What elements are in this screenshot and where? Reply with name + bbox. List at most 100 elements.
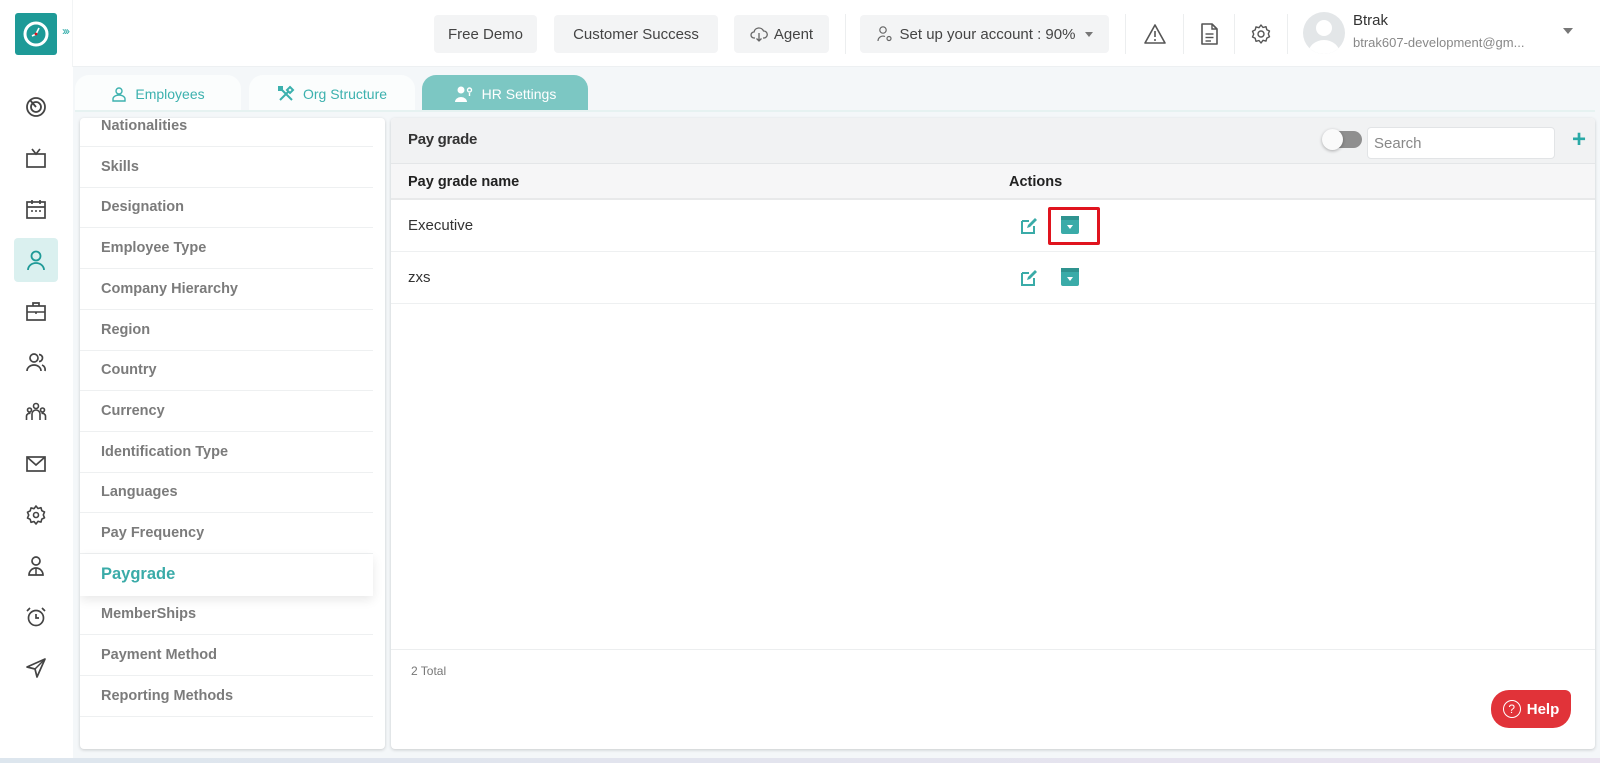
settings-item-memberships[interactable]: MemberShips bbox=[80, 594, 373, 636]
add-paygrade-button[interactable]: + bbox=[1567, 126, 1591, 154]
help-label: Help bbox=[1526, 700, 1560, 718]
nav-send[interactable] bbox=[14, 646, 58, 690]
settings-item-identification-type[interactable]: Identification Type bbox=[80, 432, 373, 473]
column-header-actions: Actions bbox=[1009, 174, 1063, 190]
edit-icon[interactable] bbox=[1019, 216, 1039, 236]
agent-label: Agent bbox=[773, 25, 814, 43]
nav-dashboard[interactable] bbox=[14, 85, 58, 129]
setup-account-dropdown[interactable]: Set up your account : 90% bbox=[860, 15, 1109, 53]
briefcase-icon bbox=[26, 302, 46, 321]
table-row[interactable]: Executive bbox=[391, 200, 1595, 252]
tools-icon bbox=[277, 85, 295, 101]
send-icon bbox=[26, 658, 46, 678]
settings-item-country[interactable]: Country bbox=[80, 350, 373, 392]
free-demo-button[interactable]: Free Demo bbox=[434, 15, 537, 53]
header-divider bbox=[1183, 14, 1184, 54]
tab-org-structure[interactable]: Org Structure bbox=[249, 75, 415, 112]
settings-item-designation[interactable]: Designation bbox=[80, 187, 373, 229]
panel-footer: 2 Total bbox=[391, 649, 1595, 749]
settings-item-reporting-methods[interactable]: Reporting Methods bbox=[80, 676, 373, 717]
settings-item-label: Pay Frequency bbox=[101, 525, 205, 541]
avatar-placeholder-icon bbox=[1308, 20, 1340, 54]
settings-item-company-hierarchy[interactable]: Company Hierarchy bbox=[80, 269, 373, 310]
settings-item-nationalities[interactable]: Nationalities bbox=[80, 118, 373, 147]
help-button[interactable]: ? Help bbox=[1491, 690, 1571, 728]
expand-sidebar-icon[interactable]: ››› bbox=[62, 24, 70, 38]
settings-item-languages[interactable]: Languages bbox=[80, 472, 373, 514]
edit-icon[interactable] bbox=[1019, 268, 1039, 288]
dashboard-icon bbox=[26, 97, 46, 117]
alarm-icon bbox=[26, 607, 46, 627]
app-logo[interactable] bbox=[15, 13, 57, 55]
settings-item-label: Designation bbox=[101, 199, 184, 216]
nav-alarm[interactable] bbox=[14, 595, 58, 639]
nav-settings[interactable] bbox=[14, 493, 58, 537]
settings-item-pay-frequency[interactable]: Pay Frequency bbox=[80, 513, 373, 554]
hr-settings-menu: Nationalities Skills Designation Employee T… bbox=[80, 118, 385, 749]
settings-item-label: Country bbox=[101, 362, 157, 379]
archive-toggle[interactable] bbox=[1322, 129, 1362, 150]
profile-icon bbox=[28, 556, 44, 576]
user-avatar[interactable] bbox=[1303, 12, 1345, 54]
nav-users[interactable] bbox=[14, 340, 58, 384]
settings-item-label: Identification Type bbox=[101, 443, 229, 460]
nav-profile[interactable] bbox=[14, 544, 58, 588]
table-header: Pay grade name Actions bbox=[391, 164, 1595, 200]
settings-item-skills[interactable]: Skills bbox=[80, 147, 373, 188]
toggle-knob bbox=[1322, 129, 1343, 150]
user-icon bbox=[112, 86, 127, 102]
tab-employees[interactable]: Employees bbox=[75, 75, 241, 112]
panel-header: Pay grade + bbox=[391, 118, 1595, 164]
tab-org-structure-label: Org Structure bbox=[302, 85, 388, 102]
nav-mail[interactable] bbox=[14, 442, 58, 486]
settings-item-label: Skills bbox=[101, 158, 139, 175]
settings-item-label: Company Hierarchy bbox=[101, 280, 238, 297]
header-divider bbox=[1234, 14, 1235, 54]
panel-title: Pay grade bbox=[408, 131, 478, 148]
user-name[interactable]: Btrak bbox=[1353, 12, 1388, 29]
settings-item-label: Languages bbox=[101, 484, 178, 501]
mail-icon bbox=[26, 456, 46, 472]
clock-logo-icon bbox=[23, 21, 49, 47]
nav-tv[interactable] bbox=[14, 136, 58, 180]
user-menu-caret-icon[interactable] bbox=[1563, 28, 1573, 34]
search-input[interactable] bbox=[1367, 127, 1555, 159]
settings-item-region[interactable]: Region bbox=[80, 310, 373, 351]
paygrade-name: zxs bbox=[408, 269, 431, 286]
settings-item-currency[interactable]: Currency bbox=[80, 391, 373, 432]
settings-item-label: Currency bbox=[101, 402, 165, 419]
total-count: 2 Total bbox=[411, 664, 447, 678]
settings-item-label: Region bbox=[101, 321, 151, 338]
user-settings-icon bbox=[454, 86, 472, 102]
help-question-icon: ? bbox=[1502, 700, 1521, 718]
settings-item-label: Nationalities bbox=[101, 118, 188, 134]
nav-employees[interactable] bbox=[14, 238, 58, 282]
document-icon[interactable] bbox=[1195, 20, 1223, 48]
paygrade-panel: Pay grade + Pay grade name Actions Execu… bbox=[391, 118, 1595, 749]
users-icon bbox=[26, 353, 47, 372]
caret-down-icon bbox=[1085, 31, 1094, 37]
table-row[interactable]: zxs bbox=[391, 252, 1595, 304]
nav-calendar[interactable] bbox=[14, 187, 58, 231]
tab-hr-settings-label: HR Settings bbox=[481, 85, 557, 102]
agent-button[interactable]: Agent bbox=[734, 15, 829, 53]
tab-hr-settings[interactable]: HR Settings bbox=[422, 75, 588, 112]
archive-icon[interactable] bbox=[1060, 267, 1080, 287]
user-icon bbox=[27, 250, 45, 271]
settings-item-paygrade[interactable]: Paygrade bbox=[80, 553, 373, 596]
settings-item-payment-method[interactable]: Payment Method bbox=[80, 635, 373, 677]
customer-success-label: Customer Success bbox=[573, 25, 699, 43]
column-header-name[interactable]: Pay grade name bbox=[408, 174, 519, 190]
settings-item-label: MemberShips bbox=[101, 606, 197, 623]
bottom-bar bbox=[0, 758, 1600, 763]
free-demo-label: Free Demo bbox=[447, 25, 524, 43]
customer-success-button[interactable]: Customer Success bbox=[554, 15, 718, 53]
settings-gear-icon[interactable] bbox=[1247, 20, 1275, 48]
nav-briefcase[interactable] bbox=[14, 289, 58, 333]
nav-team[interactable] bbox=[14, 391, 58, 435]
settings-icon bbox=[26, 505, 46, 525]
warning-icon[interactable] bbox=[1141, 20, 1169, 48]
settings-item-employee-type[interactable]: Employee Type bbox=[80, 228, 373, 270]
header-divider bbox=[845, 14, 846, 54]
setup-account-label: Set up your account : 90% bbox=[899, 25, 1076, 43]
